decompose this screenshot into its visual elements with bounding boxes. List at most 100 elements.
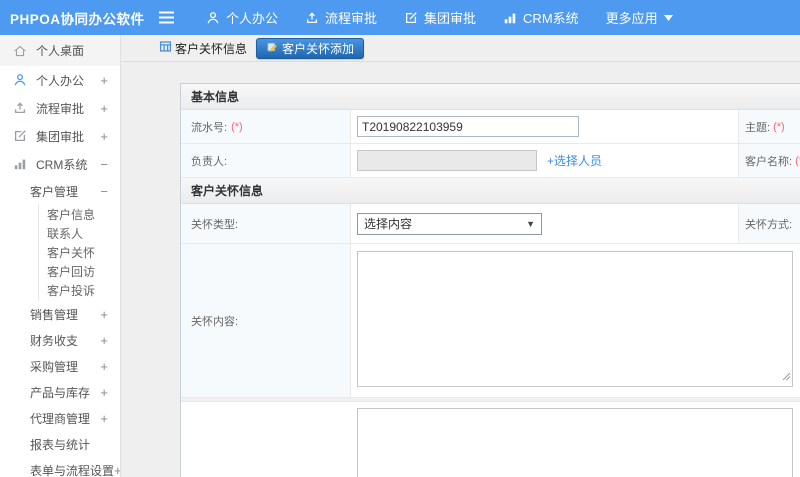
main-content: 客户关怀信息 客户关怀添加 基本信息 流水号: (*) 主题: (*): [122, 35, 800, 477]
field-label: 客户名称:: [745, 155, 793, 168]
customer-name-label-cell: 客户名称: (*): [739, 144, 800, 177]
sidebar-item-customer-mgmt[interactable]: 客户管理 −: [0, 178, 120, 204]
care-type-row: 关怀类型: 选择内容 ▼ 关怀方式:: [181, 204, 800, 244]
customer-care-add-form: 基本信息 流水号: (*) 主题: (*) 负责人: +选择人员: [180, 83, 800, 477]
sidebar-item-label: 客户信息: [47, 208, 96, 222]
customer-mgmt-submenu: 客户信息 联系人 客户关怀 客户回访 客户投诉: [38, 204, 120, 301]
app-logo: PHPOA协同办公软件: [10, 11, 145, 27]
sidebar-item-customer-complaint[interactable]: 客户投诉: [39, 281, 120, 300]
nav-label: 个人办公: [226, 11, 279, 26]
subject-label-cell: 主题: (*): [739, 110, 800, 143]
extra-field-cell: [351, 402, 800, 477]
care-type-label-cell: 关怀类型:: [181, 204, 351, 243]
select-caret-icon: ▼: [526, 218, 535, 229]
owner-field-cell: +选择人员: [351, 144, 739, 177]
expand-plus: +: [100, 358, 108, 374]
bar-chart-icon: [503, 11, 517, 25]
tab-customer-care-info[interactable]: 客户关怀信息: [159, 40, 247, 57]
care-content-textarea[interactable]: [357, 251, 793, 387]
sidebar-item-label: 销售管理: [30, 307, 79, 322]
collapse-minus: −: [100, 183, 108, 199]
expand-plus: +: [100, 384, 108, 400]
serial-label-cell: 流水号: (*): [181, 110, 351, 143]
sidebar-item-label: 采购管理: [30, 359, 79, 374]
required-mark: (*): [795, 154, 800, 167]
sidebar-item-purchase-mgmt[interactable]: 采购管理 +: [0, 353, 120, 379]
field-label: 流水号:: [191, 121, 228, 134]
sidebar-item-form-flow-settings[interactable]: 表单与流程设置 +: [0, 457, 120, 477]
field-label: 主题:: [745, 121, 771, 134]
sidebar-item-reports-stats[interactable]: 报表与统计: [0, 431, 120, 457]
sidebar-item-agent-mgmt[interactable]: 代理商管理 +: [0, 405, 120, 431]
serial-input[interactable]: [357, 116, 579, 137]
sidebar-item-sales-mgmt[interactable]: 销售管理 +: [0, 301, 120, 327]
sidebar-item-label: CRM系统: [36, 157, 88, 172]
sidebar-item-contacts[interactable]: 联系人: [39, 224, 120, 243]
sidebar-item-label: 代理商管理: [30, 411, 91, 426]
select-person-link[interactable]: +选择人员: [547, 152, 602, 169]
extra-textarea[interactable]: [357, 408, 793, 477]
section-header-basic-info: 基本信息: [181, 84, 800, 110]
select-value: 选择内容: [364, 217, 413, 231]
sidebar-item-label: 客户投诉: [47, 284, 96, 298]
sidebar-item-label: 个人办公: [36, 73, 85, 88]
nav-process-approval[interactable]: 流程审批: [305, 8, 377, 27]
sidebar-item-personal-office[interactable]: 个人办公 +: [0, 66, 120, 94]
care-type-field-cell: 选择内容 ▼: [351, 204, 739, 243]
required-mark: (*): [773, 120, 785, 133]
expand-plus: +: [100, 100, 108, 116]
sidebar-item-label: 个人桌面: [36, 44, 85, 58]
expand-plus: +: [100, 72, 108, 88]
expand-plus: +: [100, 332, 108, 348]
sidebar-item-label: 产品与库存: [30, 385, 91, 400]
share-icon: [13, 101, 28, 116]
sidebar-item-group-approval[interactable]: 集团审批 +: [0, 122, 120, 150]
nav-more-apps[interactable]: 更多应用: [606, 8, 673, 27]
serial-row: 流水号: (*) 主题: (*): [181, 110, 800, 144]
sidebar-item-label: 财务收支: [30, 333, 79, 348]
add-page-icon: [266, 41, 278, 56]
care-content-field-cell: [351, 244, 800, 397]
care-type-select[interactable]: 选择内容 ▼: [357, 212, 542, 235]
sidebar-item-label: 联系人: [47, 227, 84, 241]
share-icon: [305, 11, 319, 25]
sidebar-item-crm[interactable]: CRM系统 −: [0, 150, 120, 178]
sidebar-item-process-approval[interactable]: 流程审批 +: [0, 94, 120, 122]
expand-plus: +: [114, 462, 121, 477]
sidebar-item-customer-info[interactable]: 客户信息: [39, 205, 120, 224]
sidebar-item-products-inventory[interactable]: 产品与库存 +: [0, 379, 120, 405]
tab-label: 客户关怀添加: [282, 41, 355, 56]
field-label: 关怀内容:: [191, 315, 239, 328]
sidebar-item-finance[interactable]: 财务收支 +: [0, 327, 120, 353]
sidebar-item-desktop[interactable]: 个人桌面: [0, 35, 120, 66]
tab-label: 客户关怀信息: [175, 41, 248, 56]
menu-icon[interactable]: [158, 11, 178, 24]
sidebar-item-label: 集团审批: [36, 129, 85, 144]
tab-customer-care-add-active[interactable]: 客户关怀添加: [256, 37, 365, 59]
field-label: 关怀方式:: [745, 218, 793, 231]
sidebar-item-customer-care[interactable]: 客户关怀: [39, 243, 120, 262]
expand-plus: +: [100, 410, 108, 426]
nav-crm-system[interactable]: CRM系统: [503, 8, 579, 27]
topbar: PHPOA协同办公软件 个人办公 流程审批 集团审批 CRM系统 更多应用: [0, 0, 800, 35]
nav-label: 集团审批: [424, 11, 477, 26]
owner-row: 负责人: +选择人员 客户名称: (*): [181, 144, 800, 178]
sidebar-item-label: 流程审批: [36, 101, 85, 116]
nav-label: CRM系统: [523, 11, 579, 26]
extra-content-row: [181, 402, 800, 477]
section-header-care-info: 客户关怀信息: [181, 178, 800, 204]
sidebar-item-customer-visit[interactable]: 客户回访: [39, 262, 120, 281]
sidebar-item-label: 表单与流程设置: [30, 463, 115, 477]
nav-personal-office[interactable]: 个人办公: [206, 8, 278, 27]
nav-group-approval[interactable]: 集团审批: [404, 8, 476, 27]
owner-input: [357, 150, 537, 171]
expand-plus: +: [100, 128, 108, 144]
nav-label: 流程审批: [325, 11, 378, 26]
table-icon: [159, 40, 172, 56]
collapse-minus: −: [100, 156, 108, 172]
expand-plus: +: [100, 306, 108, 322]
caret-down-icon: [663, 14, 673, 21]
sidebar: 个人桌面 个人办公 + 流程审批 + 集团审批 + CRM系统 − 客户管理 −…: [0, 35, 121, 477]
care-content-row: 关怀内容:: [181, 244, 800, 398]
serial-field-cell: [351, 110, 739, 143]
